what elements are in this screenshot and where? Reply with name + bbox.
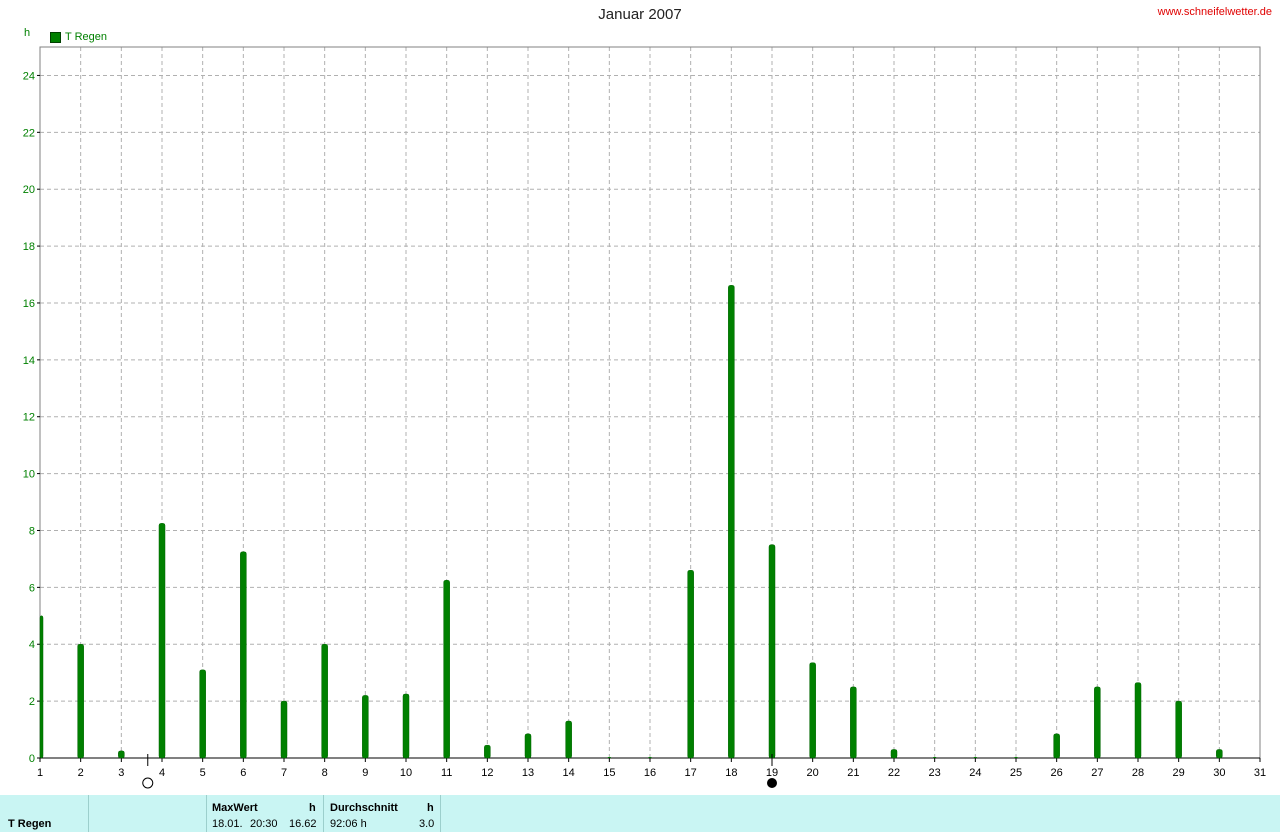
x-tick-label: 2 [78, 767, 84, 779]
footer-series-cell: T Regen [0, 795, 89, 832]
x-tick-label: 16 [644, 767, 656, 779]
full-moon-icon [142, 777, 154, 789]
bar [484, 744, 491, 759]
bar [77, 643, 84, 759]
bar [362, 695, 369, 759]
y-tick-label: 18 [23, 241, 35, 253]
bar [280, 700, 288, 759]
chart: 0246810121416182022241 2 3 4 5 6 7 8 9 10 11 12 13 14… [23, 46, 1266, 789]
y-tick-label: 20 [23, 184, 35, 196]
x-tick-label: 24 [969, 767, 981, 779]
footer-avg-cell: Durchschnitt h 92:06 h 3.0 [323, 795, 441, 832]
stats-footer: T Regen MaxWert h 18.01. 20:30 16.62 Dur… [0, 795, 1280, 832]
max-date: 18.01. [212, 818, 243, 830]
x-tick-label: 27 [1091, 767, 1103, 779]
x-tick-label: 8 [322, 767, 328, 779]
x-tick-label: 17 [685, 767, 697, 779]
y-tick-label: 8 [29, 525, 35, 537]
y-tick-label: 12 [23, 412, 35, 424]
bar [240, 551, 247, 759]
bar [890, 749, 898, 759]
x-tick-label: 12 [481, 767, 493, 779]
bar [809, 662, 816, 759]
x-tick-label: 18 [725, 767, 737, 779]
footer-series-label: T Regen [8, 818, 52, 830]
x-tick-label: 29 [1173, 767, 1185, 779]
max-unit: h [309, 802, 316, 814]
legend-label: T Regen [65, 31, 107, 43]
y-tick-label: 14 [23, 355, 35, 367]
y-tick-label: 0 [29, 753, 35, 765]
x-tick-label: 10 [400, 767, 412, 779]
bar [1134, 682, 1142, 759]
y-tick-label: 16 [23, 298, 35, 310]
bar [443, 580, 450, 759]
bar [850, 686, 857, 759]
legend-swatch [50, 31, 61, 43]
x-tick-label: 15 [603, 767, 615, 779]
x-tick-label: 4 [159, 767, 165, 779]
x-tick-label: 7 [281, 767, 287, 779]
chart-title: Januar 2007 [598, 6, 682, 23]
x-tick-label: 30 [1213, 767, 1225, 779]
bar [158, 523, 166, 759]
bar [1216, 749, 1223, 759]
x-tick-label: 13 [522, 767, 534, 779]
x-tick-label: 28 [1132, 767, 1144, 779]
x-tick-label: 21 [847, 767, 859, 779]
x-tick-label: 5 [200, 767, 206, 779]
max-header: MaxWert [212, 802, 258, 814]
x-tick-label: 31 [1254, 767, 1266, 779]
max-value: 16.62 [289, 818, 317, 830]
bar [1053, 733, 1060, 759]
x-tick-label: 3 [118, 767, 124, 779]
y-tick-label: 2 [29, 696, 35, 708]
x-tick-label: 26 [1051, 767, 1063, 779]
x-tick-label: 14 [563, 767, 575, 779]
x-tick-label: 1 [37, 767, 43, 779]
bar [321, 643, 328, 759]
bar [39, 615, 44, 759]
y-tick-label: 10 [23, 469, 35, 481]
bar [118, 750, 125, 759]
footer-empty-cell [88, 795, 207, 832]
avg-total: 92:06 h [330, 818, 367, 830]
y-tick-label: 6 [29, 582, 35, 594]
bar [565, 720, 572, 759]
x-tick-label: 11 [441, 767, 452, 779]
bar [199, 669, 206, 759]
site-link[interactable]: www.schneifelwetter.de [1158, 6, 1272, 18]
new-moon-icon [767, 778, 777, 788]
y-tick-label: 24 [23, 70, 35, 82]
y-axis-unit: h [24, 27, 31, 39]
bar [1175, 700, 1182, 759]
x-tick-label: 25 [1010, 767, 1022, 779]
bar [728, 285, 735, 759]
avg-value: 3.0 [419, 818, 435, 830]
legend: T Regen [50, 31, 107, 43]
bar [1094, 686, 1101, 759]
max-time: 20:30 [250, 818, 278, 830]
y-tick-label: 22 [23, 127, 35, 139]
bar [687, 570, 694, 759]
footer-max-cell: MaxWert h 18.01. 20:30 16.62 [206, 795, 324, 832]
x-tick-label: 20 [807, 767, 819, 779]
bar [402, 693, 410, 759]
avg-unit: h [427, 802, 434, 814]
bar [524, 733, 532, 759]
x-tick-label: 22 [888, 767, 900, 779]
y-tick-label: 4 [29, 639, 35, 651]
x-tick-label: 6 [240, 767, 246, 779]
avg-header: Durchschnitt [330, 802, 398, 814]
x-tick-label: 9 [362, 767, 368, 779]
x-tick-label: 19 [766, 767, 778, 779]
bar [768, 544, 776, 759]
x-tick-label: 23 [929, 767, 941, 779]
